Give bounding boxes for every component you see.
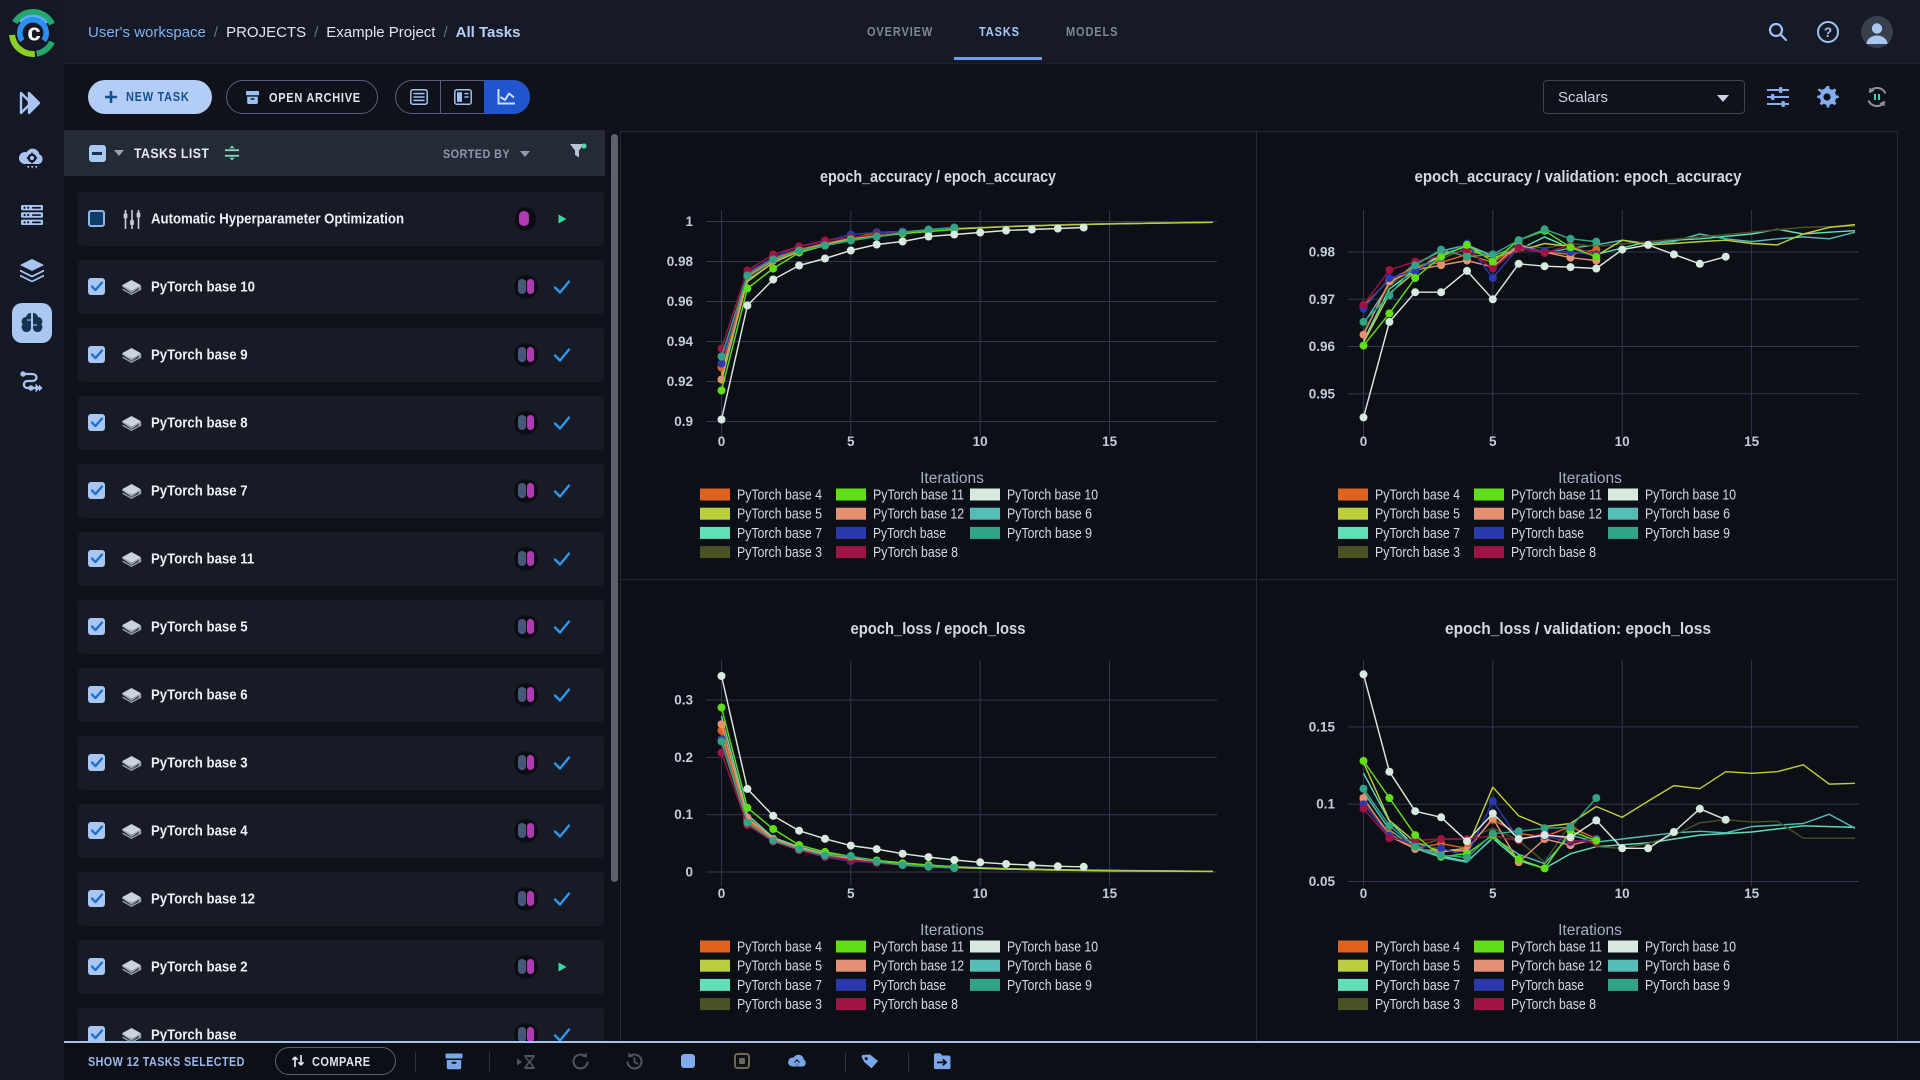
svg-text:PyTorch base 11: PyTorch base 11 (873, 487, 964, 504)
svg-text:?: ? (1824, 25, 1832, 40)
svg-text:PyTorch base 8: PyTorch base 8 (873, 996, 958, 1013)
svg-text:PyTorch base 4: PyTorch base 4 (737, 939, 822, 956)
svg-text:PyTorch base 6: PyTorch base 6 (1645, 506, 1730, 523)
svg-text:PyTorch base 7: PyTorch base 7 (737, 525, 822, 542)
svg-text:PyTorch base 11: PyTorch base 11 (873, 939, 964, 956)
svg-text:c: c (27, 20, 40, 47)
svg-text:Iterations: Iterations (1558, 470, 1622, 487)
svg-text:PyTorch base 7: PyTorch base 7 (737, 977, 822, 994)
svg-text:PyTorch base: PyTorch base (1511, 977, 1584, 994)
svg-text:PyTorch base: PyTorch base (873, 977, 946, 994)
svg-text:PyTorch base 6: PyTorch base 6 (1645, 958, 1730, 975)
svg-text:PyTorch base 5: PyTorch base 5 (737, 958, 822, 975)
svg-text:PyTorch base 4: PyTorch base 4 (1375, 487, 1460, 504)
svg-text:PyTorch base 6: PyTorch base 6 (1007, 958, 1092, 975)
svg-text:PyTorch base 8: PyTorch base 8 (873, 544, 958, 561)
svg-text:PyTorch base 3: PyTorch base 3 (1375, 544, 1460, 561)
svg-text:PyTorch base 4: PyTorch base 4 (1375, 939, 1460, 956)
svg-text:PyTorch base 7: PyTorch base 7 (1375, 525, 1460, 542)
svg-text:PyTorch base 12: PyTorch base 12 (873, 506, 964, 523)
svg-text:Iterations: Iterations (920, 470, 984, 487)
svg-text:PyTorch base 5: PyTorch base 5 (1375, 958, 1460, 975)
svg-text:PyTorch base: PyTorch base (873, 525, 946, 542)
svg-text:PyTorch base 6: PyTorch base 6 (1007, 506, 1092, 523)
svg-text:PyTorch base 3: PyTorch base 3 (1375, 996, 1460, 1013)
svg-text:PyTorch base 9: PyTorch base 9 (1007, 525, 1092, 542)
svg-text:PyTorch base 10: PyTorch base 10 (1007, 487, 1098, 504)
svg-text:PyTorch base 12: PyTorch base 12 (1511, 958, 1602, 975)
svg-text:PyTorch base 4: PyTorch base 4 (737, 487, 822, 504)
svg-text:PyTorch base 9: PyTorch base 9 (1007, 977, 1092, 994)
svg-text:PyTorch base 3: PyTorch base 3 (737, 544, 822, 561)
svg-text:PyTorch base: PyTorch base (1511, 525, 1584, 542)
svg-text:PyTorch base 11: PyTorch base 11 (1511, 487, 1602, 504)
svg-text:PyTorch base 10: PyTorch base 10 (1645, 487, 1736, 504)
svg-text:PyTorch base 5: PyTorch base 5 (1375, 506, 1460, 523)
svg-text:PyTorch base 5: PyTorch base 5 (737, 506, 822, 523)
svg-text:PyTorch base 11: PyTorch base 11 (1511, 939, 1602, 956)
svg-text:PyTorch base 9: PyTorch base 9 (1645, 525, 1730, 542)
svg-text:PyTorch base 8: PyTorch base 8 (1511, 996, 1596, 1013)
svg-text:PyTorch base 10: PyTorch base 10 (1645, 939, 1736, 956)
svg-text:PyTorch base 9: PyTorch base 9 (1645, 977, 1730, 994)
svg-text:PyTorch base 3: PyTorch base 3 (737, 996, 822, 1013)
svg-text:Iterations: Iterations (1558, 922, 1622, 939)
svg-text:PyTorch base 10: PyTorch base 10 (1007, 939, 1098, 956)
svg-text:PyTorch base 7: PyTorch base 7 (1375, 977, 1460, 994)
svg-text:PyTorch base 8: PyTorch base 8 (1511, 544, 1596, 561)
svg-text:PyTorch base 12: PyTorch base 12 (1511, 506, 1602, 523)
svg-text:PyTorch base 12: PyTorch base 12 (873, 958, 964, 975)
svg-text:Iterations: Iterations (920, 922, 984, 939)
